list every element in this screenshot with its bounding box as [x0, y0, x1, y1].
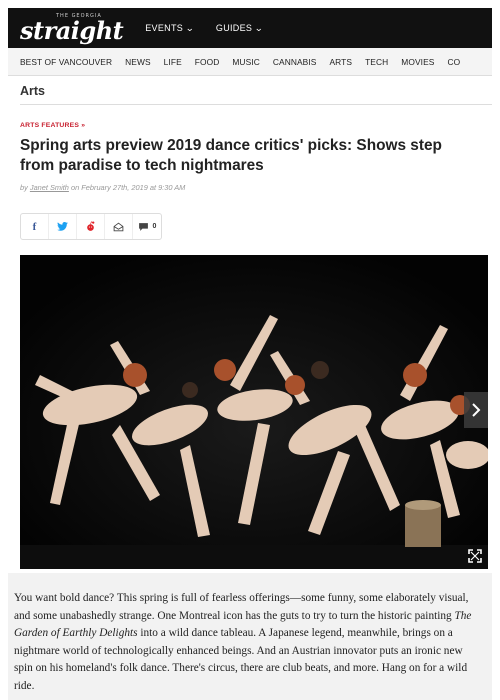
section-nav-item[interactable]: FOOD: [195, 57, 220, 67]
page-section-title: Arts: [20, 84, 46, 98]
nav-events-label: EVENTS: [145, 23, 184, 33]
site-logo[interactable]: THE GEORGIA straight: [20, 13, 124, 45]
gallery-next-button[interactable]: [464, 392, 488, 428]
share-facebook-button[interactable]: f: [21, 214, 49, 239]
twitter-icon: [57, 222, 68, 231]
section-nav-item[interactable]: LIFE: [164, 57, 182, 67]
nav-guides-label: GUIDES: [215, 23, 253, 33]
reddit-icon: [87, 221, 95, 231]
share-reddit-button[interactable]: [77, 214, 105, 239]
section-nav-item[interactable]: BEST OF VANCOUVER: [20, 57, 112, 67]
top-nav: EVENTS ⌄ GUIDES ⌄: [145, 23, 263, 34]
chevron-right-icon: [472, 403, 481, 417]
share-twitter-button[interactable]: [49, 214, 77, 239]
article-category-link[interactable]: ARTS FEATURES »: [20, 122, 85, 129]
section-nav-item[interactable]: ARTS: [329, 57, 352, 67]
section-nav-item[interactable]: NEWS: [125, 57, 151, 67]
fullscreen-button[interactable]: [468, 549, 482, 563]
article-headline: Spring arts preview 2019 dance critics' …: [20, 137, 442, 174]
section-nav-item[interactable]: CANNABIS: [273, 57, 317, 67]
site-header: THE GEORGIA straight EVENTS ⌄ GUIDES ⌄: [8, 8, 492, 48]
intro-text-1: You want bold dance? This spring is full…: [14, 592, 469, 622]
author-link[interactable]: Janet Smith: [30, 183, 69, 192]
logo-wordmark: straight: [20, 15, 124, 45]
byline-prefix: by: [20, 183, 28, 192]
nav-guides[interactable]: GUIDES ⌄: [215, 22, 264, 34]
chevron-down-icon: ⌄: [254, 22, 264, 33]
chevron-down-icon: ⌄: [185, 22, 195, 33]
publish-date: on February 27th, 2019 at 9:30 AM: [70, 183, 186, 192]
share-bar: f 0: [20, 213, 162, 240]
facebook-icon: f: [32, 220, 37, 233]
section-nav-item[interactable]: TECH: [365, 57, 388, 67]
section-nav-item[interactable]: MOVIES: [401, 57, 434, 67]
section-nav: BEST OF VANCOUVER NEWS LIFE FOOD MUSIC C…: [8, 48, 492, 76]
article-intro-paragraph: You want bold dance? This spring is full…: [14, 590, 482, 695]
nav-events[interactable]: EVENTS ⌄: [145, 23, 194, 34]
divider: [20, 104, 492, 105]
section-nav-item[interactable]: MUSIC: [232, 57, 260, 67]
comment-count: 0: [152, 223, 157, 230]
byline: by Janet Smith on February 27th, 2019 at…: [20, 183, 185, 192]
dance-photo: [20, 255, 488, 569]
comments-button[interactable]: 0: [133, 214, 161, 239]
hero-image[interactable]: [20, 255, 488, 569]
section-nav-item[interactable]: CO: [447, 57, 460, 67]
comment-icon: [138, 222, 148, 231]
expand-icon: [468, 549, 482, 563]
email-icon: [113, 222, 124, 231]
share-email-button[interactable]: [105, 214, 133, 239]
article-body: You want bold dance? This spring is full…: [8, 573, 492, 700]
